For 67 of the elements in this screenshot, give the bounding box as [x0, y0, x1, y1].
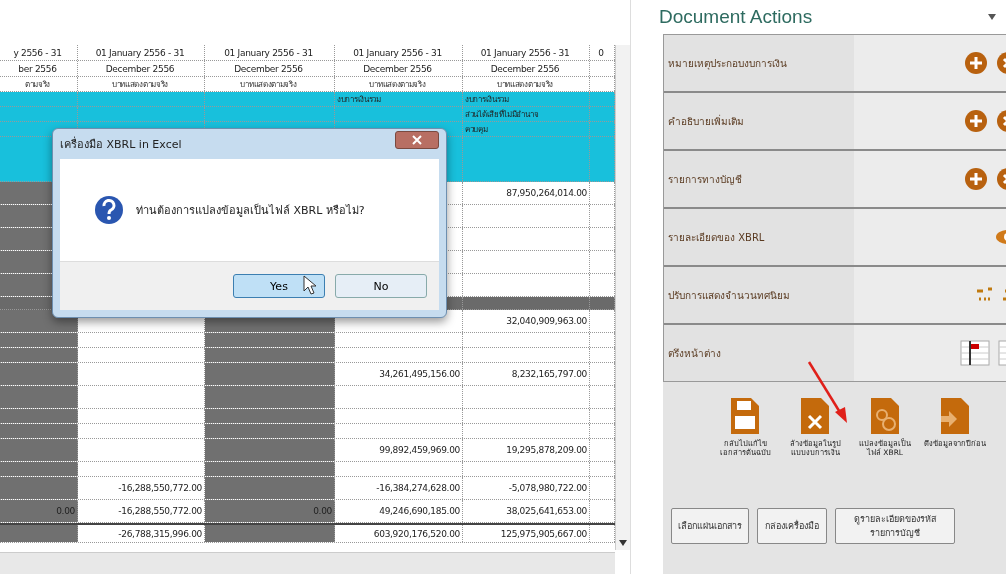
table-cell: -26,788,315,996.00	[118, 528, 202, 539]
table-cell: y 2556 - 31	[13, 47, 62, 58]
table-cell: -16,288,550,772.00	[118, 483, 202, 493]
add-icon[interactable]	[964, 51, 988, 75]
table-cell-text: งบการเงินรวม	[337, 93, 381, 106]
vertical-scrollbar[interactable]	[615, 45, 630, 550]
panel-title: Document Actions	[659, 6, 813, 28]
table-cell: 8,232,165,797.00	[511, 369, 587, 379]
panel-button[interactable]: กล่องเครื่องมือ	[757, 508, 827, 544]
panel-button[interactable]: ดูรายละเอียดของรหัสรายการบัญชี	[835, 508, 955, 544]
table-cell: December 2556	[105, 63, 175, 74]
shaded-cell: 0.00	[0, 500, 78, 522]
add-icon[interactable]	[964, 167, 988, 191]
close-icon	[412, 135, 422, 145]
increase-decimal-icon[interactable]	[976, 286, 994, 304]
table-cell-text: บาทแสดงตามจริง	[496, 78, 554, 91]
table-cell: 38,025,641,653.00	[506, 506, 587, 516]
dropdown-caret-icon[interactable]	[988, 14, 996, 20]
table-cell: 99,892,459,969.00	[379, 445, 460, 455]
table-cell: 87,950,264,014.00	[506, 188, 587, 198]
table-cell: 0	[598, 47, 604, 58]
add-icon[interactable]	[964, 109, 988, 133]
table-cell: -16,288,550,772.00	[118, 506, 202, 516]
action-item-label[interactable]: ปรับการแสดงจำนวนทศนิยม	[664, 287, 858, 303]
table-cell-text: บาทแสดงตามจริง	[111, 78, 169, 91]
table-cell: 125,975,905,667.00	[500, 528, 587, 539]
dialog-button[interactable]: No	[335, 274, 427, 298]
table-cell: -5,078,980,722.00	[508, 483, 587, 493]
gear-document-icon[interactable]	[871, 398, 899, 434]
scroll-down-icon[interactable]	[619, 540, 627, 546]
action-item-label[interactable]: หมายเหตุประกอบงบการเงิน	[664, 55, 858, 71]
clear-document-icon[interactable]	[801, 398, 829, 434]
table-cell-text: บาทแสดงตามจริง	[240, 78, 297, 91]
table-cell: December 2556	[234, 63, 303, 74]
table-cell-text: ตามจริง	[24, 78, 51, 91]
close-button[interactable]	[395, 131, 439, 149]
table-cell: 01 January 2556 - 31	[95, 47, 185, 58]
action-item-label[interactable]: รายการทางบัญชี	[664, 171, 858, 187]
table-cell: 603,920,176,520.00	[373, 528, 460, 539]
mouse-pointer-icon	[303, 275, 317, 295]
panel-button[interactable]: เลือกแผ่นเอกสาร	[671, 508, 749, 544]
action-item-label[interactable]: รายละเอียดของ XBRL	[664, 229, 858, 245]
table-cell: 19,295,878,209.00	[506, 445, 587, 455]
shaded-cell: 0.00	[205, 500, 335, 522]
dialog-title: เครื่องมือ XBRL in Excel	[60, 135, 182, 153]
save-icon[interactable]	[731, 398, 759, 434]
table-cell-text: ควบคุม	[465, 123, 488, 136]
table-cell: 34,261,495,156.00	[379, 369, 460, 379]
table-cell: 01 January 2556 - 31	[480, 47, 570, 58]
table-cell: December 2556	[363, 63, 432, 74]
freeze-panes-icon[interactable]	[960, 340, 990, 366]
table-cell-text: บาทแสดงตามจริง	[369, 78, 426, 91]
table-cell-text: งบการเงินรวม	[465, 93, 509, 106]
table-cell: -16,384,274,628.00	[376, 483, 460, 493]
table-cell: 01 January 2556 - 31	[224, 47, 313, 58]
action-item-label[interactable]: คำอธิบายเพิ่มเติม	[664, 113, 858, 129]
import-document-icon[interactable]	[941, 398, 969, 434]
table-cell: 49,246,690,185.00	[379, 506, 460, 516]
table-cell: 32,040,909,963.00	[506, 316, 587, 326]
table-cell: ber 2556	[18, 63, 57, 74]
table-cell: December 2556	[490, 63, 560, 74]
action-item-label[interactable]: ตรึงหน้าต่าง	[664, 345, 858, 361]
table-cell: 01 January 2556 - 31	[353, 47, 442, 58]
question-icon	[94, 195, 124, 225]
table-cell-text: ส่วนได้เสียที่ไม่มีอำนาจ	[465, 108, 539, 121]
dialog-message: ท่านต้องการแปลงข้อมูลเป็นไฟล์ XBRL หรือไม่?	[136, 202, 365, 219]
dialog-button[interactable]: Yes	[233, 274, 325, 298]
